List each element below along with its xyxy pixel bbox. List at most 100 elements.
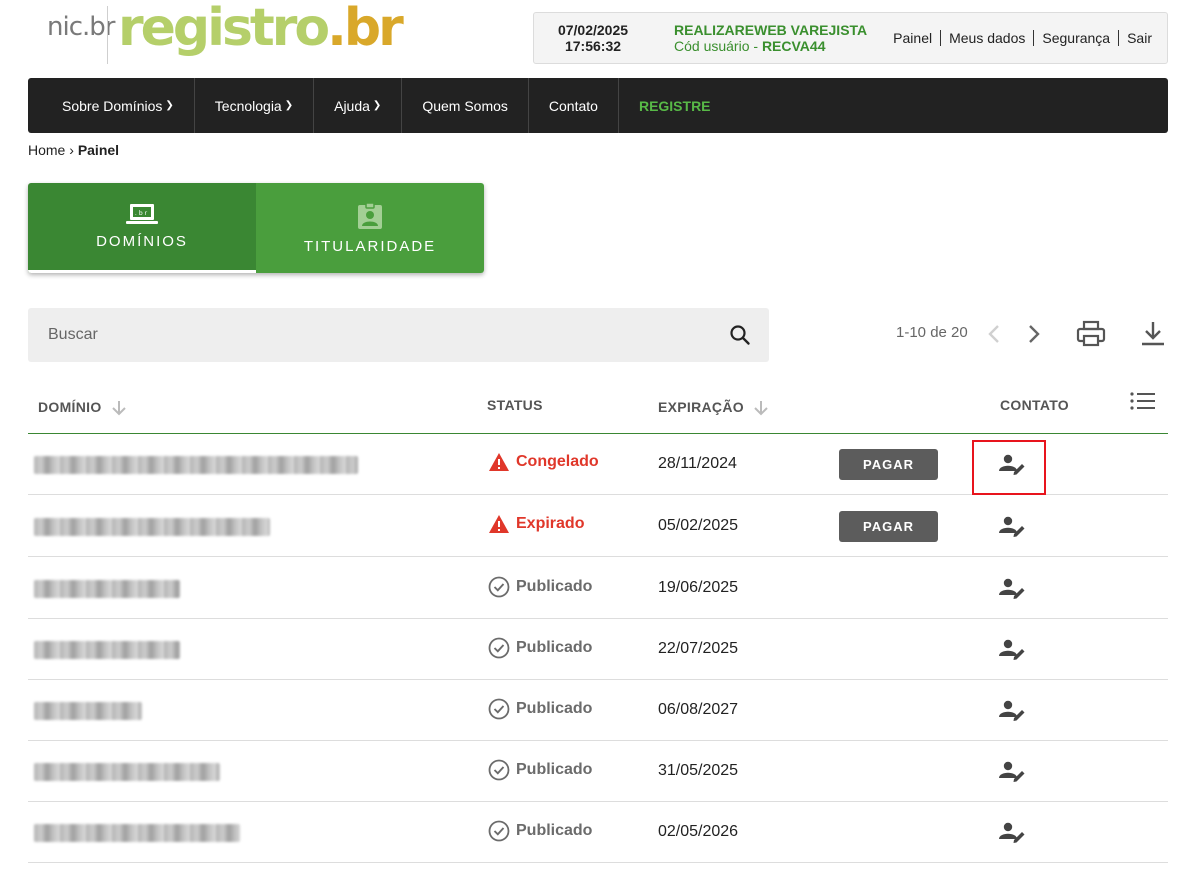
- pay-button[interactable]: PAGAR: [839, 449, 938, 480]
- pagination-text: 1-10 de 20: [896, 324, 968, 341]
- domain-name-redacted[interactable]: [34, 702, 142, 720]
- breadcrumb-separator: ›: [69, 142, 74, 158]
- main-nav: Sobre Domínios ❯ Tecnologia ❯ Ajuda ❯ Quem …: [28, 78, 1168, 133]
- column-header-expiration[interactable]: EXPIRAÇÃO: [658, 399, 768, 416]
- status-cell: Publicado: [488, 820, 592, 842]
- search-input[interactable]: [28, 308, 718, 362]
- status-cell: Publicado: [488, 576, 592, 598]
- edit-contact-icon: [999, 700, 1025, 721]
- nav-ajuda[interactable]: Ajuda ❯: [314, 78, 403, 133]
- nav-quem-somos[interactable]: Quem Somos: [402, 78, 529, 133]
- session-datetime: 07/02/2025 17:56:32: [534, 22, 652, 54]
- user-code-label: Cód usuário -: [674, 38, 759, 54]
- print-icon[interactable]: [1076, 320, 1106, 348]
- breadcrumb-current: Painel: [77, 142, 120, 158]
- table-row: Publicado 22/07/2025: [28, 619, 1168, 680]
- domain-name-redacted[interactable]: [34, 456, 358, 474]
- expiration-date: 02/05/2026: [658, 823, 739, 840]
- session-date: 07/02/2025: [557, 22, 629, 38]
- search-icon[interactable]: [729, 324, 751, 346]
- logo-main-text: registro: [118, 0, 330, 58]
- status-text: Publicado: [516, 761, 593, 778]
- check-circle-icon: [488, 576, 510, 598]
- domain-name-redacted[interactable]: [34, 641, 180, 659]
- status-cell: Publicado: [488, 759, 592, 781]
- chevron-left-icon[interactable]: [985, 322, 1003, 346]
- organization-name: REALIZAREWEB VAREJISTA: [674, 22, 868, 38]
- list-columns-icon[interactable]: [1130, 391, 1156, 411]
- user-code-line: Cód usuário - RECVA44: [674, 38, 825, 54]
- edit-contact-icon: [999, 578, 1025, 599]
- table-row: Expirado 05/02/2025 PAGAR: [28, 496, 1168, 557]
- chevron-down-icon: ❯: [165, 100, 174, 111]
- download-icon[interactable]: [1140, 320, 1166, 348]
- edit-contact-button[interactable]: [998, 515, 1026, 542]
- user-code: RECVA44: [761, 38, 826, 54]
- edit-contact-button[interactable]: [998, 577, 1026, 604]
- column-header-status: STATUS: [487, 397, 543, 413]
- nav-label: Tecnologia: [214, 97, 282, 114]
- tab-titularidade[interactable]: TITULARIDADE: [256, 183, 484, 273]
- expiration-date: 31/05/2025: [658, 762, 739, 779]
- registro-br-logo[interactable]: registro.br: [118, 0, 404, 58]
- tab-label: DOMÍNIOS: [96, 233, 188, 250]
- column-header-domain[interactable]: DOMÍNIO: [38, 399, 126, 416]
- arrow-down-icon[interactable]: [112, 400, 126, 416]
- domain-name-redacted[interactable]: [34, 580, 180, 598]
- column-header-label: EXPIRAÇÃO: [658, 399, 744, 415]
- svg-text:.br: .br: [135, 210, 149, 217]
- status-cell: Congelado: [488, 452, 599, 472]
- expiration-date: 05/02/2025: [658, 517, 739, 534]
- check-circle-icon: [488, 637, 510, 659]
- expiration-date: 06/08/2027: [658, 701, 739, 718]
- column-header-contact: CONTATO: [1000, 397, 1069, 413]
- breadcrumb-home[interactable]: Home: [28, 142, 65, 158]
- check-circle-icon: [488, 759, 510, 781]
- link-seguranca[interactable]: Segurança: [1034, 30, 1118, 46]
- check-circle-icon: [488, 698, 510, 720]
- link-meus-dados[interactable]: Meus dados: [941, 30, 1033, 46]
- panel-tabs: .br DOMÍNIOS TITULARIDADE: [28, 183, 484, 273]
- nav-label: Contato: [548, 97, 598, 114]
- highlight-box: [972, 440, 1046, 495]
- arrow-down-icon[interactable]: [754, 400, 768, 416]
- nav-registre[interactable]: REGISTRE: [619, 78, 731, 133]
- status-cell: Publicado: [488, 637, 592, 659]
- status-text: Publicado: [516, 639, 593, 656]
- pay-button[interactable]: PAGAR: [839, 511, 938, 542]
- nav-sobre-dominios[interactable]: Sobre Domínios ❯: [28, 78, 195, 133]
- nav-label: REGISTRE: [638, 97, 711, 114]
- user-links: Painel Meus dados Segurança Sair: [885, 30, 1152, 46]
- nav-tecnologia[interactable]: Tecnologia ❯: [195, 78, 315, 133]
- logo-suffix-text: .br: [327, 0, 404, 58]
- search-box: [28, 308, 769, 362]
- edit-contact-button[interactable]: [998, 821, 1026, 848]
- edit-contact-button[interactable]: [998, 638, 1026, 665]
- domain-name-redacted[interactable]: [34, 518, 270, 536]
- table-row: Congelado 28/11/2024 PAGAR: [28, 434, 1168, 495]
- breadcrumb: Home › Painel: [28, 142, 119, 158]
- edit-contact-icon: [999, 639, 1025, 660]
- edit-contact-button[interactable]: [998, 699, 1026, 726]
- chevron-down-icon: ❯: [372, 100, 382, 111]
- badge-person-icon: [358, 201, 382, 229]
- status-text: Publicado: [516, 700, 593, 717]
- link-painel[interactable]: Painel: [885, 30, 940, 46]
- nav-contato[interactable]: Contato: [529, 78, 619, 133]
- check-circle-icon: [488, 820, 510, 842]
- table-row: Publicado 06/08/2027: [28, 680, 1168, 741]
- logo-divider: [107, 6, 108, 64]
- nav-label: Ajuda: [334, 97, 370, 114]
- edit-contact-button[interactable]: [998, 760, 1026, 787]
- link-sair[interactable]: Sair: [1119, 30, 1152, 46]
- tab-dominios[interactable]: .br DOMÍNIOS: [28, 183, 256, 273]
- nav-label: Sobre Domínios: [62, 97, 163, 114]
- user-info-box: 07/02/2025 17:56:32 REALIZAREWEB VAREJIS…: [533, 12, 1168, 64]
- session-time: 17:56:32: [564, 38, 622, 54]
- domain-name-redacted[interactable]: [34, 824, 240, 842]
- edit-contact-icon: [999, 761, 1025, 782]
- chevron-down-icon: ❯: [284, 100, 294, 111]
- nic-br-logo[interactable]: nic.br: [47, 12, 115, 42]
- domain-name-redacted[interactable]: [34, 763, 220, 781]
- chevron-right-icon[interactable]: [1025, 322, 1043, 346]
